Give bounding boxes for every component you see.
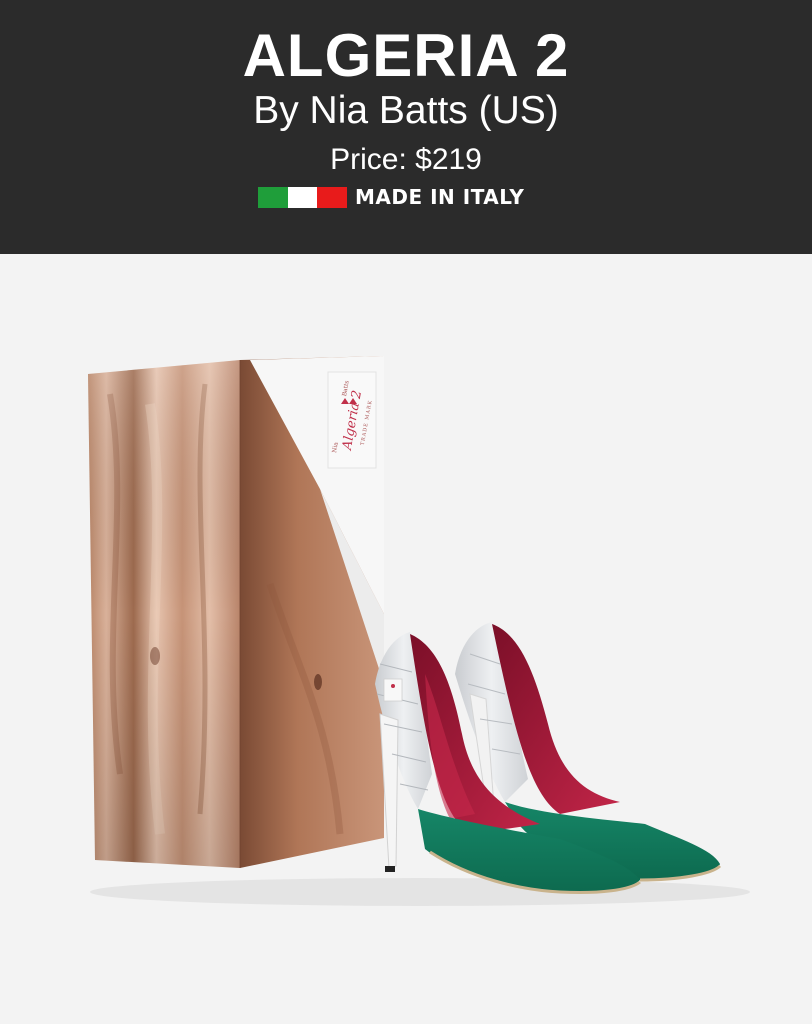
made-in-badge: MADE IN ITALY: [258, 185, 524, 209]
product-price: Price: $219: [330, 143, 482, 176]
product-title: ALGERIA 2: [242, 22, 570, 89]
product-illustration: Algeria 2 Nia Batts TRADE MARK: [88, 356, 750, 906]
italy-flag-icon: [258, 186, 348, 208]
designer-byline: By Nia Batts (US): [253, 89, 559, 132]
product-image: Algeria 2 Nia Batts TRADE MARK: [0, 254, 812, 1024]
made-in-label: MADE IN ITALY: [355, 185, 525, 209]
shoebox: Algeria 2 Nia Batts TRADE MARK: [88, 356, 384, 868]
product-header: ALGERIA 2 By Nia Batts (US) Price: $219 …: [0, 0, 812, 254]
floor-shadow: [90, 878, 750, 906]
